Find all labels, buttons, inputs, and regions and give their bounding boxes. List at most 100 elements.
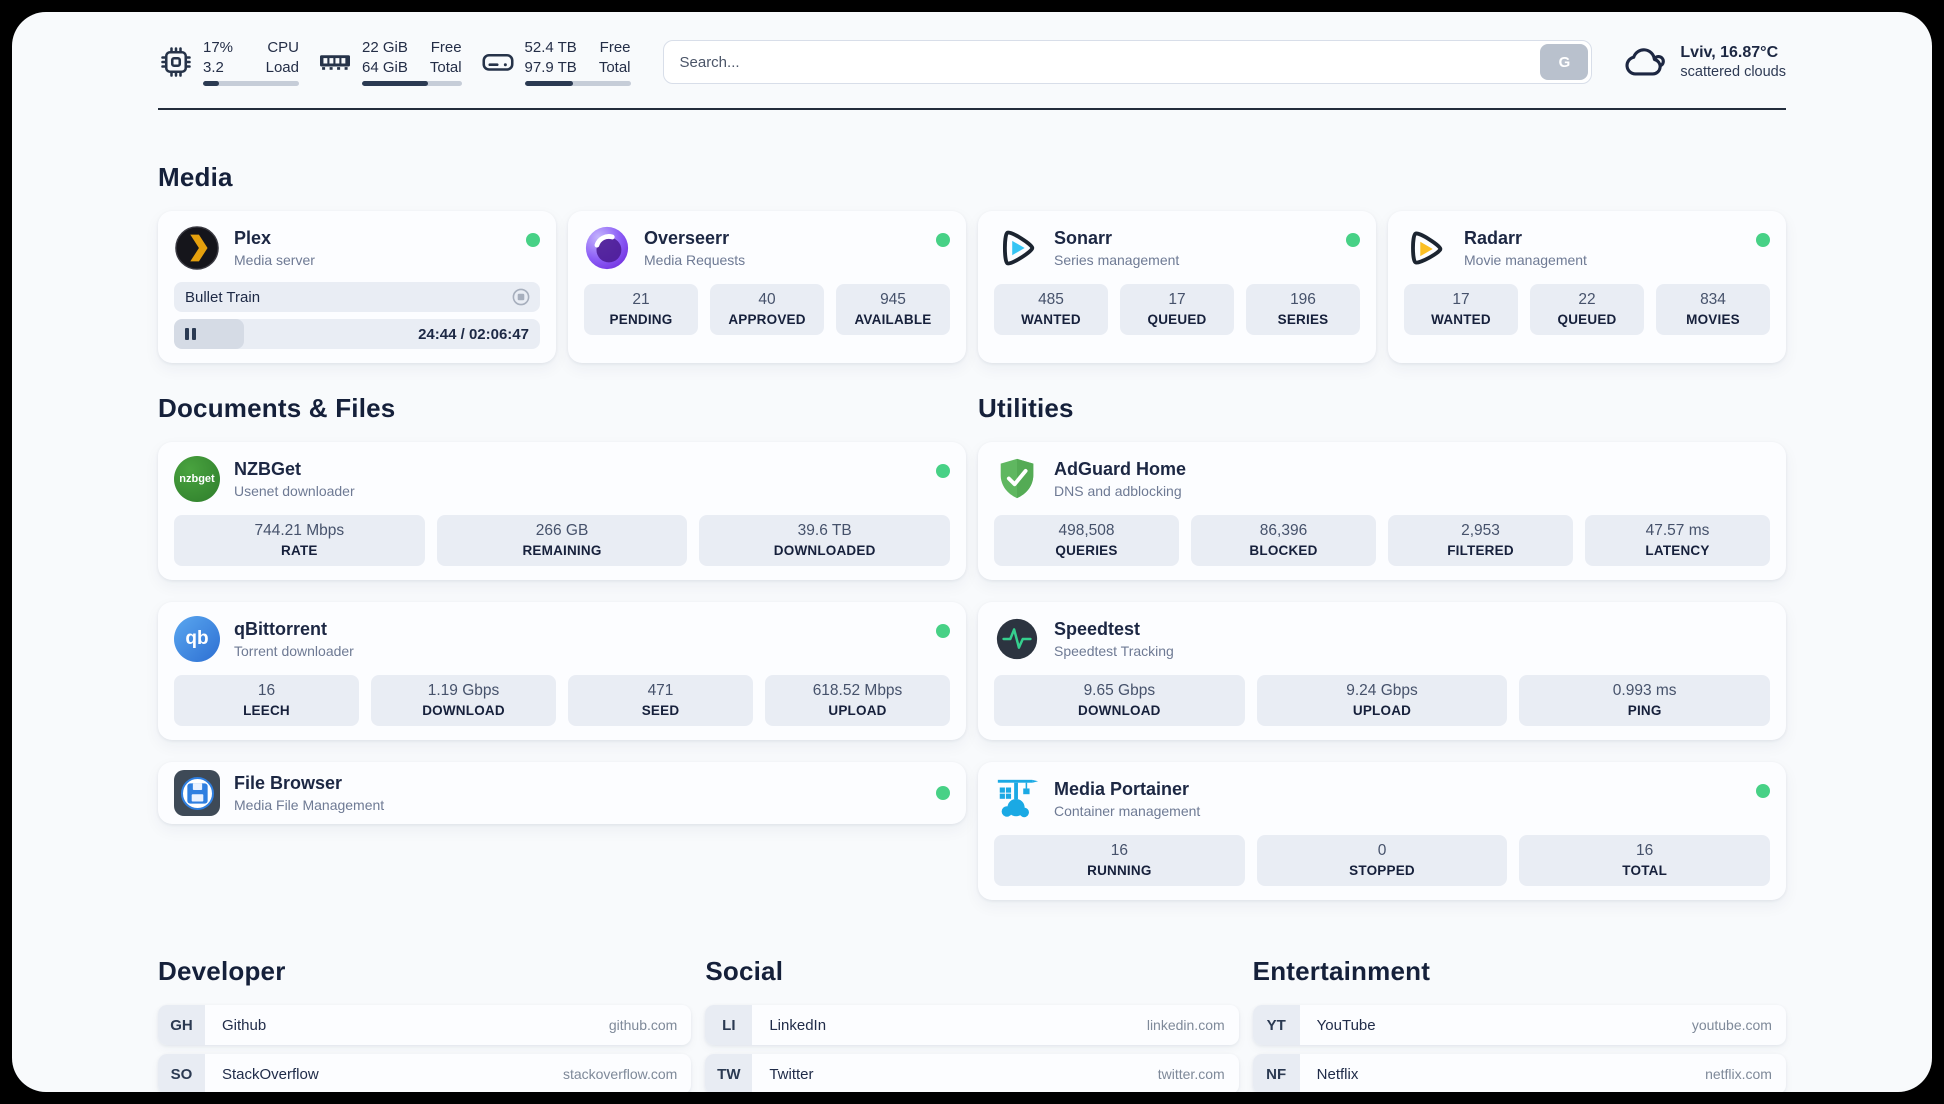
- bookmark-youtube[interactable]: YT YouTube youtube.com: [1252, 1005, 1786, 1045]
- stat-tile: 618.52 Mbps UPLOAD: [765, 675, 950, 726]
- header-divider: [158, 108, 1786, 110]
- stats-row: 17 WANTED 22 QUEUED 834 MOVIES: [1404, 284, 1770, 335]
- app-card-adguard[interactable]: AdGuard Home DNS and adblocking 498,508 …: [978, 442, 1786, 580]
- bookmark-name: Twitter: [769, 1065, 814, 1083]
- app-card-radarr[interactable]: Radarr Movie management 17 WANTED 22 QUE…: [1388, 211, 1786, 363]
- stat-tile: 17 WANTED: [1404, 284, 1518, 335]
- section-title-media: Media: [158, 162, 233, 192]
- bookmark-name: LinkedIn: [769, 1016, 827, 1034]
- adguard-icon: [994, 456, 1040, 502]
- app-card-speedtest[interactable]: Speedtest Speedtest Tracking 9.65 Gbps D…: [978, 602, 1786, 740]
- stat-tile: 0 STOPPED: [1256, 835, 1508, 886]
- app-card-filebrowser[interactable]: File Browser Media File Management: [158, 762, 966, 824]
- stat-label: RATE: [281, 543, 318, 558]
- app-title: Radarr: [1464, 228, 1523, 248]
- app-subtitle: Usenet downloader: [234, 483, 355, 499]
- playback-progress-bar[interactable]: 24:44 / 02:06:47: [174, 319, 540, 349]
- stat-label: FILTERED: [1447, 543, 1514, 558]
- weather-widget: Lviv, 16.87°C scattered clouds: [1624, 40, 1786, 84]
- search-box: G: [662, 40, 1593, 84]
- stat-tile: 40 APPROVED: [710, 284, 824, 335]
- stat-value: 17: [1168, 291, 1186, 308]
- disk-free-value: 52.4 TB: [524, 39, 577, 56]
- ram-free-label: Free: [430, 39, 462, 56]
- app-title: Speedtest: [1054, 619, 1141, 639]
- system-monitors: 17% CPU 3.2 Load 22 GiB Free 64 GiB Tota…: [158, 38, 631, 86]
- stat-tile: 744.21 Mbps RATE: [174, 515, 425, 566]
- stats-row: 744.21 Mbps RATE 266 GB REMAINING 39.6 T…: [174, 515, 951, 566]
- app-title: NZBGet: [234, 459, 301, 479]
- stat-value: 471: [647, 682, 674, 699]
- bookmark-github[interactable]: GH Github github.com: [158, 1005, 692, 1045]
- stat-label: WANTED: [1021, 312, 1081, 327]
- stats-row: 498,508 QUERIES 86,396 BLOCKED 2,953 FIL…: [994, 515, 1770, 566]
- sonarr-icon: [994, 225, 1040, 271]
- stat-tile: 16 RUNNING: [994, 835, 1245, 886]
- cpu-usage-label: CPU: [267, 39, 299, 56]
- app-card-overseerr[interactable]: Overseerr Media Requests 21 PENDING 40 A…: [568, 211, 966, 363]
- now-playing-row: Bullet Train: [174, 282, 540, 312]
- app-title: File Browser: [234, 773, 343, 793]
- stat-label: WANTED: [1431, 312, 1491, 327]
- app-card-qbittorrent[interactable]: qb qBittorrent Torrent downloader 16 LEE…: [158, 602, 966, 740]
- ram-total-label: Total: [429, 58, 462, 76]
- bookmark-netflix[interactable]: NF Netflix netflix.com: [1252, 1054, 1786, 1092]
- bookmark-url: youtube.com: [1691, 1017, 1772, 1033]
- stats-row: 16 LEECH 1.19 Gbps DOWNLOAD 471 SEED 618…: [174, 675, 950, 726]
- app-subtitle: Media File Management: [234, 797, 385, 813]
- stat-tile: 9.24 Gbps UPLOAD: [1256, 675, 1508, 726]
- stat-label: LEECH: [243, 703, 290, 718]
- stat-tile: 21 PENDING: [584, 284, 698, 335]
- ram-total-value: 64 GiB: [362, 58, 408, 76]
- app-card-portainer[interactable]: Media Portainer Container management 16 …: [978, 762, 1786, 900]
- bookmark-abbr: LI: [705, 1005, 753, 1045]
- status-dot: [936, 624, 950, 638]
- disk-monitor: 52.4 TB Free 97.9 TB Total: [480, 38, 631, 86]
- stat-label: DOWNLOAD: [422, 703, 505, 718]
- section-title-entertainment: Entertainment: [1252, 956, 1431, 986]
- stat-label: REMAINING: [522, 543, 602, 558]
- stat-value: 834: [1700, 291, 1726, 308]
- stat-value: 266 GB: [535, 522, 589, 539]
- stat-value: 2,953: [1461, 522, 1500, 539]
- stat-value: 0.993 ms: [1612, 682, 1677, 699]
- stat-tile: 471 SEED: [568, 675, 753, 726]
- weather-condition: scattered clouds: [1680, 64, 1786, 80]
- bookmark-abbr: NF: [1252, 1054, 1300, 1092]
- bookmark-stackoverflow[interactable]: SO StackOverflow stackoverflow.com: [158, 1054, 692, 1092]
- app-card-sonarr[interactable]: Sonarr Series management 485 WANTED 17 Q…: [978, 211, 1376, 363]
- stat-tile: 22 QUEUED: [1530, 284, 1644, 335]
- pause-icon[interactable]: [185, 328, 196, 340]
- bookmark-url: twitter.com: [1157, 1066, 1225, 1082]
- stat-value: 618.52 Mbps: [812, 682, 903, 699]
- stat-value: 9.24 Gbps: [1346, 682, 1418, 699]
- stat-tile: 266 GB REMAINING: [436, 515, 688, 566]
- media-grid: Plex Media server Bullet Train 24:44 / 0…: [158, 211, 1786, 363]
- cpu-icon: [161, 47, 191, 77]
- stat-value: 945: [880, 291, 906, 308]
- stat-label: APPROVED: [728, 312, 806, 327]
- ram-free-value: 22 GiB: [362, 39, 408, 56]
- stop-icon[interactable]: [511, 287, 531, 307]
- bookmark-linkedin[interactable]: LI LinkedIn linkedin.com: [705, 1005, 1239, 1045]
- bookmark-twitter[interactable]: TW Twitter twitter.com: [705, 1054, 1239, 1092]
- now-playing-title: Bullet Train: [185, 288, 261, 306]
- stat-value: 9.65 Gbps: [1083, 682, 1156, 699]
- app-subtitle: Series management: [1054, 252, 1180, 268]
- search-input[interactable]: [662, 40, 1593, 84]
- stat-label: RUNNING: [1087, 863, 1152, 878]
- stat-value: 16: [257, 682, 276, 699]
- overseerr-icon: [584, 225, 630, 271]
- stat-value: 39.6 TB: [797, 522, 852, 539]
- cpu-load-label: Load: [265, 58, 299, 76]
- app-card-nzbget[interactable]: nzbget NZBGet Usenet downloader 744.21 M…: [158, 442, 966, 580]
- app-card-plex[interactable]: Plex Media server Bullet Train 24:44 / 0…: [158, 211, 556, 363]
- stat-label: UPLOAD: [828, 703, 887, 718]
- stat-value: 485: [1038, 291, 1064, 308]
- stat-value: 21: [632, 291, 650, 308]
- bookmark-url: linkedin.com: [1146, 1017, 1225, 1033]
- search-engine-button[interactable]: G: [1540, 44, 1589, 80]
- stats-row: 16 RUNNING 0 STOPPED 16 TOTAL: [994, 835, 1771, 886]
- bookmark-abbr: YT: [1252, 1005, 1300, 1045]
- stat-tile: 485 WANTED: [994, 284, 1108, 335]
